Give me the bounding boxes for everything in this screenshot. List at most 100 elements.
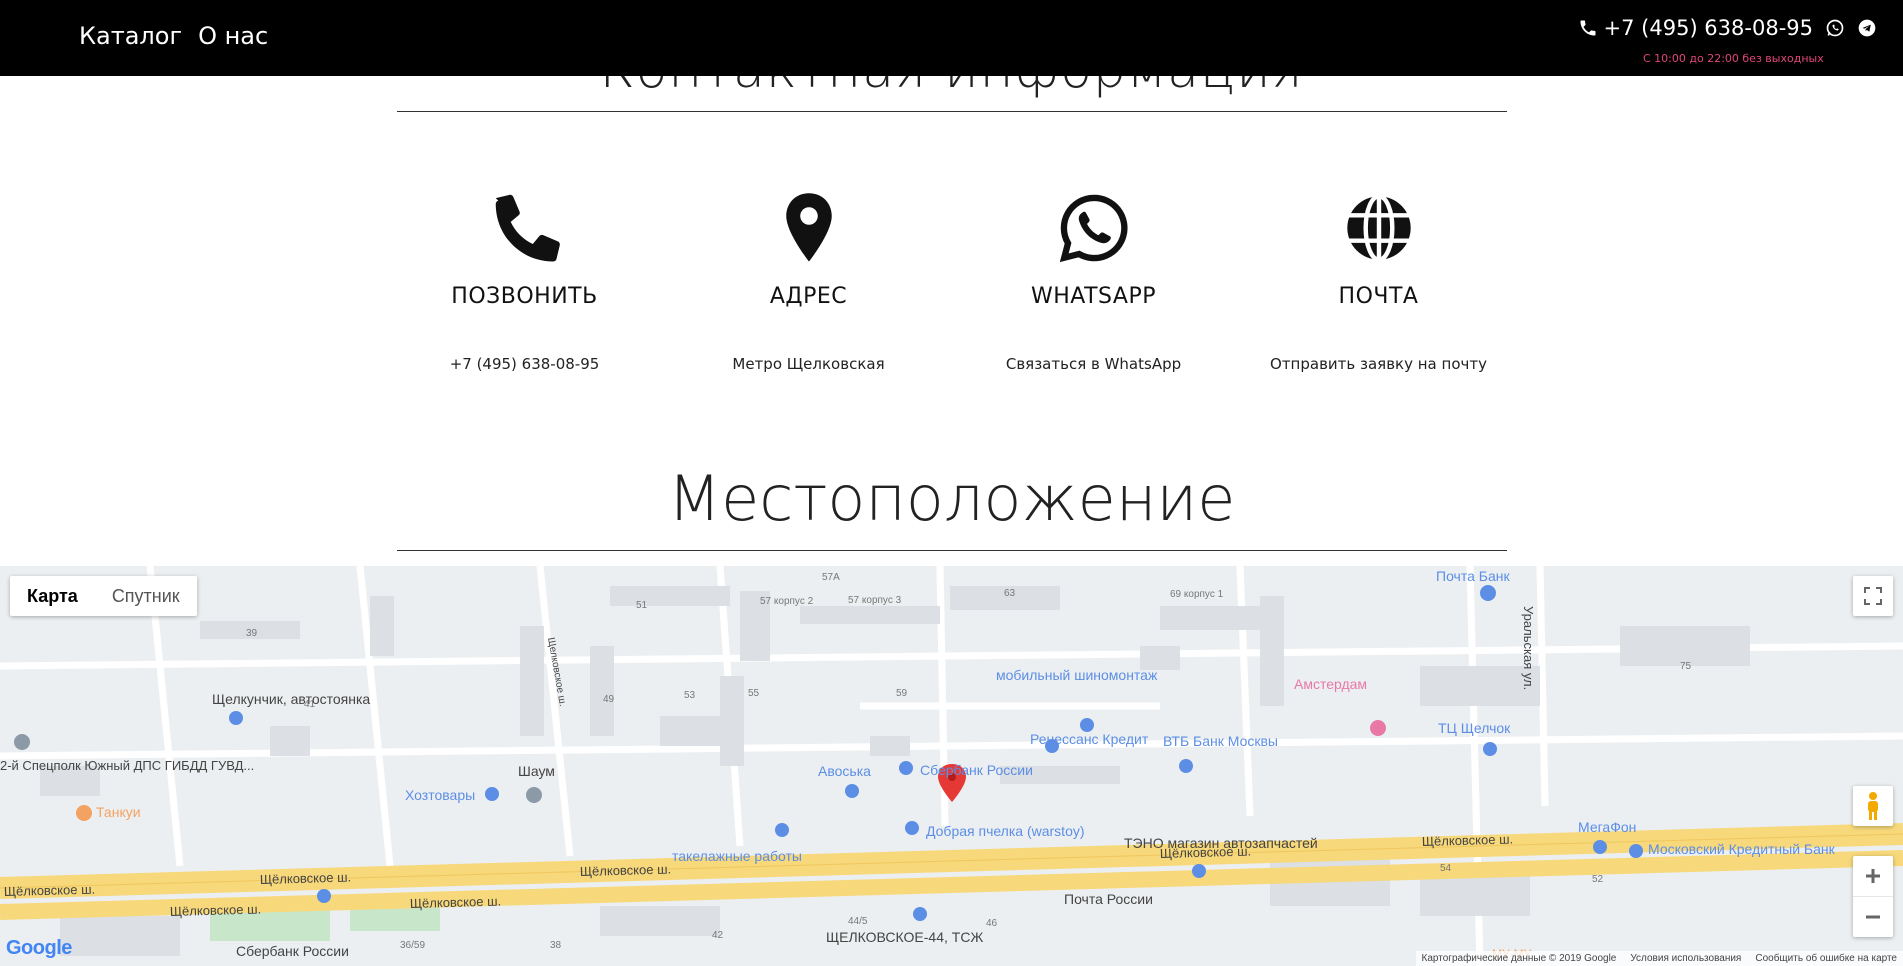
svg-text:36/59: 36/59	[400, 940, 425, 951]
header-phone-text: +7 (495) 638-08-95	[1603, 16, 1813, 40]
contact-card-mail-label: ПОЧТА	[1338, 284, 1419, 309]
svg-text:Почта России: Почта России	[1064, 891, 1153, 907]
svg-text:57А: 57А	[822, 572, 840, 583]
contact-card-address-label: АДРЕС	[769, 284, 848, 309]
google-logo-text: Google	[6, 937, 72, 959]
svg-text:63: 63	[1004, 588, 1016, 599]
location-section-title: Местоположение	[667, 462, 1236, 535]
nav-about-link[interactable]: О нас	[198, 22, 268, 50]
contact-card-address[interactable]: АДРЕС Метро Щелковская	[666, 190, 951, 373]
svg-text:Амстердам: Амстердам	[1294, 676, 1367, 692]
contact-card-call[interactable]: ПОЗВОНИТЬ +7 (495) 638-08-95	[382, 190, 667, 373]
svg-text:57 корпус 3: 57 корпус 3	[848, 595, 902, 606]
map-streetview-button[interactable]	[1853, 786, 1893, 826]
svg-text:38: 38	[550, 940, 562, 951]
svg-text:Московский Кредитный Банк: Московский Кредитный Банк	[1648, 841, 1836, 857]
svg-text:51: 51	[636, 600, 648, 611]
map-report-error-link[interactable]: Сообщить об ошибке на карте	[1755, 953, 1897, 964]
zoom-in-button[interactable]	[1853, 857, 1893, 897]
contacts-divider	[397, 111, 1507, 112]
contact-card-address-value: Метро Щелковская	[732, 355, 885, 373]
svg-text:55: 55	[748, 688, 760, 699]
svg-text:46: 46	[986, 918, 998, 929]
minus-icon	[1866, 915, 1880, 918]
google-logo[interactable]: Google	[6, 937, 72, 960]
svg-text:Добрая пчелка (warstoy): Добрая пчелка (warstoy)	[926, 823, 1085, 839]
map-marker-icon	[785, 193, 832, 262]
nav-catalog-link[interactable]: Каталог	[79, 22, 182, 50]
map-poi-hotel[interactable]	[1370, 720, 1386, 736]
svg-text:Щёлковское ш.: Щёлковское ш.	[260, 869, 352, 887]
contact-card-call-label: ПОЗВОНИТЬ	[451, 284, 598, 309]
location-divider	[397, 550, 1507, 551]
svg-text:Ренессанс Кредит: Ренессанс Кредит	[1030, 731, 1149, 747]
svg-text:Сбербанк России: Сбербанк России	[920, 762, 1033, 778]
map-type-satellite-button[interactable]: Спутник	[95, 576, 197, 616]
svg-text:54: 54	[1440, 863, 1452, 874]
svg-text:44/5: 44/5	[848, 916, 868, 927]
svg-text:52: 52	[1592, 874, 1604, 885]
svg-text:мобильный шиномонтаж: мобильный шиномонтаж	[996, 667, 1158, 683]
svg-text:МегаФон: МегаФон	[1578, 819, 1636, 835]
header-contacts: +7 (495) 638-08-95	[1578, 16, 1877, 40]
contact-card-whatsapp-value: Связаться в WhatsApp	[1005, 355, 1182, 373]
map-type-map-button[interactable]: Карта	[10, 576, 95, 616]
whatsapp-icon	[1059, 194, 1128, 263]
map-poi-generic[interactable]	[526, 787, 542, 803]
svg-text:Почта Банк: Почта Банк	[1436, 568, 1510, 584]
map-canvas[interactable]: Щёлковское ш. Щёлковское ш. Щёлковское ш…	[0, 566, 1903, 966]
svg-text:42: 42	[712, 930, 724, 941]
map-terms-link[interactable]: Условия использования	[1630, 953, 1741, 964]
phone-icon	[495, 194, 560, 262]
svg-text:Щелкунчик, автостоянка: Щелкунчик, автостоянка	[212, 691, 370, 707]
map-fullscreen-button[interactable]	[1853, 576, 1893, 616]
map-data-credit: Картографические данные © 2019 Google	[1421, 953, 1617, 964]
svg-text:53: 53	[684, 690, 696, 701]
header-phone-link[interactable]: +7 (495) 638-08-95	[1578, 16, 1813, 40]
svg-text:ТЭНО магазин автозапчастей: ТЭНО магазин автозапчастей	[1124, 835, 1318, 851]
svg-text:Щёлковское ш.: Щёлковское ш.	[170, 901, 262, 919]
svg-text:такелажные работы: такелажные работы	[672, 848, 802, 864]
top-navbar: Каталог О нас +7 (495) 638-08-95 С 10:00…	[0, 0, 1903, 76]
map-poi-restaurant[interactable]	[76, 805, 92, 821]
svg-text:59: 59	[896, 688, 908, 699]
fullscreen-icon	[1864, 587, 1882, 605]
svg-text:Шаум: Шаум	[518, 763, 555, 779]
svg-text:Сбербанк России: Сбербанк России	[236, 943, 349, 959]
plus-icon	[1866, 869, 1880, 883]
map-zoom-control	[1853, 856, 1893, 937]
contact-card-mail[interactable]: ПОЧТА Отправить заявку на почту	[1236, 190, 1521, 373]
svg-text:Щёлковское ш.: Щёлковское ш.	[580, 861, 672, 879]
svg-text:Щёлковское ш.: Щёлковское ш.	[1422, 831, 1514, 849]
svg-text:75: 75	[1680, 661, 1692, 672]
svg-text:Авоська: Авоська	[818, 763, 871, 779]
globe-icon	[1346, 194, 1411, 262]
whatsapp-icon	[1826, 19, 1844, 37]
svg-text:Хозтовары: Хозтовары	[405, 787, 475, 803]
telegram-icon	[1858, 19, 1876, 37]
svg-text:Щёлковское ш.: Щёлковское ш.	[410, 893, 502, 911]
contact-card-whatsapp[interactable]: WHATSAPP Связаться в WhatsApp	[951, 190, 1236, 373]
map-attribution: Картографические данные © 2019 Google Ус…	[1415, 951, 1903, 966]
svg-text:2-й Спецполк Южный ДПС ГИБДД Г: 2-й Спецполк Южный ДПС ГИБДД ГУВД...	[0, 758, 254, 773]
svg-text:Уральская ул.: Уральская ул.	[1521, 606, 1536, 690]
svg-text:Танкуи: Танкуи	[96, 804, 141, 820]
google-map[interactable]: Щёлковское ш. Щёлковское ш. Щёлковское ш…	[0, 566, 1903, 966]
working-hours: С 10:00 до 22:00 без выходных	[1643, 52, 1824, 65]
zoom-out-button[interactable]	[1853, 897, 1893, 937]
svg-text:ВТБ Банк Москвы: ВТБ Банк Москвы	[1163, 733, 1278, 749]
svg-text:69 корпус 1: 69 корпус 1	[1170, 589, 1224, 600]
svg-text:41: 41	[304, 699, 316, 710]
map-type-toggle: Карта Спутник	[10, 576, 197, 616]
header-telegram-link[interactable]	[1857, 18, 1877, 38]
contact-card-call-value: +7 (495) 638-08-95	[449, 355, 600, 373]
svg-text:39: 39	[246, 628, 258, 639]
phone-icon	[1580, 20, 1596, 36]
map-poi-police[interactable]	[14, 734, 30, 750]
contact-card-whatsapp-label: WHATSAPP	[1030, 284, 1157, 309]
svg-text:ТЦ Щелчок: ТЦ Щелчок	[1438, 720, 1511, 736]
svg-text:57 корпус 2: 57 корпус 2	[760, 596, 814, 607]
header-whatsapp-link[interactable]	[1825, 18, 1845, 38]
main-nav: Каталог О нас	[79, 22, 268, 50]
contact-card-mail-value: Отправить заявку на почту	[1270, 355, 1487, 373]
